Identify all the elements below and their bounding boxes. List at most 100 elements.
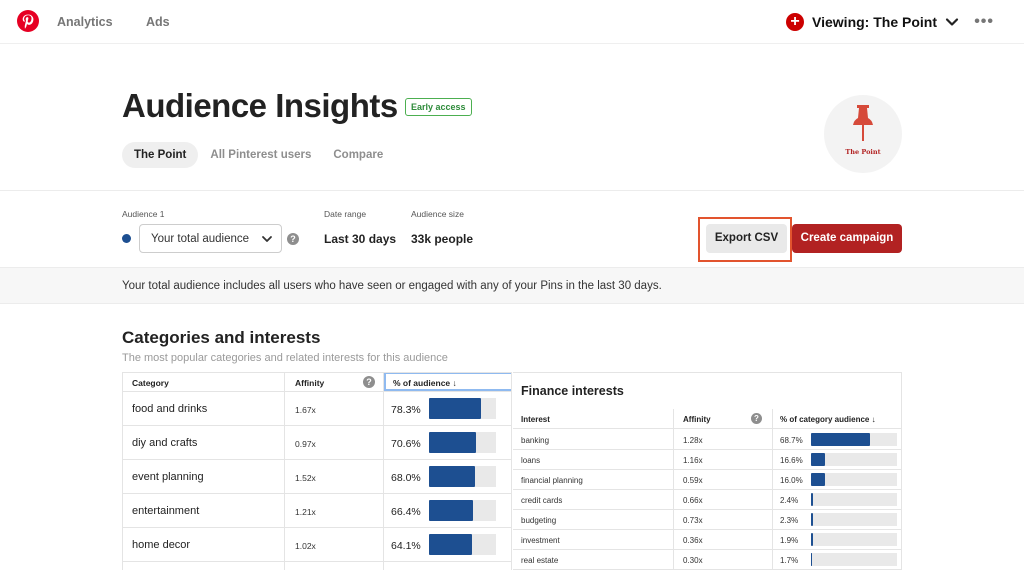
col-category[interactable]: Category bbox=[132, 378, 169, 388]
audience-notice: Your total audience includes all users w… bbox=[0, 267, 1024, 304]
nav-ads[interactable]: Ads bbox=[146, 15, 170, 29]
chevron-down-icon[interactable] bbox=[945, 15, 959, 29]
bar-track bbox=[429, 466, 496, 487]
bar-track bbox=[811, 513, 897, 526]
table-row[interactable]: budgeting 0.73x 2.3% bbox=[513, 510, 901, 530]
bar-fill bbox=[429, 466, 475, 487]
affinity-value: 0.30x bbox=[683, 556, 703, 565]
bar-fill bbox=[811, 553, 813, 566]
create-campaign-button[interactable]: Create campaign bbox=[792, 224, 902, 253]
bar-fill bbox=[811, 453, 826, 466]
bar-fill bbox=[429, 534, 472, 555]
help-icon[interactable]: ? bbox=[751, 413, 762, 424]
audience-notice-text: Your total audience includes all users w… bbox=[122, 280, 662, 292]
audience-select[interactable]: Your total audience bbox=[139, 224, 282, 253]
table-header: Category Affinity ? % of audience ↓ bbox=[123, 373, 511, 392]
bar-fill bbox=[429, 500, 474, 521]
viewing-account-label: Viewing: The Point bbox=[812, 14, 937, 30]
help-icon[interactable]: ? bbox=[363, 376, 375, 388]
bar-fill bbox=[429, 398, 482, 419]
plus-circle-icon[interactable]: + bbox=[786, 13, 805, 31]
col-affinity[interactable]: Affinity bbox=[683, 415, 711, 424]
interest-name: banking bbox=[521, 436, 550, 445]
col-pct-category-audience[interactable]: % of category audience ↓ bbox=[780, 415, 876, 424]
bar-track bbox=[811, 433, 897, 446]
date-range-value: Last 30 days bbox=[324, 232, 397, 246]
category-name: home decor bbox=[132, 539, 191, 551]
interest-name: budgeting bbox=[521, 516, 557, 525]
bar-fill bbox=[811, 513, 813, 526]
tab-all-pinterest-users[interactable]: All Pinterest users bbox=[210, 142, 321, 168]
bar-fill bbox=[811, 433, 871, 446]
pct-value: 70.6% bbox=[391, 438, 421, 450]
pct-value: 78.3% bbox=[391, 404, 421, 416]
table-row[interactable]: home decor 1.02x 64.1% bbox=[123, 528, 511, 562]
audience-size-value: 33k people bbox=[411, 232, 474, 246]
account-switcher[interactable]: + Viewing: The Point bbox=[786, 11, 959, 33]
affinity-value: 1.52x bbox=[295, 473, 316, 483]
section-title: Categories and interests bbox=[122, 328, 321, 347]
affinity-value: 1.28x bbox=[683, 436, 703, 445]
table-row[interactable]: real estate 0.30x 1.7% bbox=[513, 550, 901, 570]
category-name: diy and crafts bbox=[132, 437, 198, 449]
bar-fill bbox=[811, 533, 813, 546]
interest-name: investment bbox=[521, 536, 560, 545]
table-row[interactable]: banking 1.28x 68.7% bbox=[513, 430, 901, 450]
pct-value: 68.0% bbox=[391, 472, 421, 484]
col-pct-audience[interactable]: % of audience ↓ bbox=[384, 373, 511, 391]
affinity-value: 1.02x bbox=[295, 541, 316, 551]
pct-value: 16.6% bbox=[780, 456, 803, 465]
interest-name: loans bbox=[521, 456, 541, 465]
interests-title: Finance interests bbox=[521, 384, 624, 398]
table-row[interactable]: diy and crafts 0.97x 70.6% bbox=[123, 426, 511, 460]
table-row[interactable]: loans 1.16x 16.6% bbox=[513, 450, 901, 470]
header-divider bbox=[0, 190, 1024, 191]
table-row[interactable]: investment 0.36x 1.9% bbox=[513, 530, 901, 550]
bar-fill bbox=[811, 493, 814, 506]
more-options-icon[interactable]: ••• bbox=[974, 13, 994, 31]
bar-track bbox=[429, 534, 496, 555]
interest-name: real estate bbox=[521, 556, 559, 565]
bar-track bbox=[811, 473, 897, 486]
bar-fill bbox=[429, 432, 477, 453]
col-pct-audience-label: % of audience ↓ bbox=[393, 378, 457, 388]
table-row[interactable]: food and drinks 1.67x 78.3% bbox=[123, 392, 511, 426]
pushpin-icon bbox=[853, 105, 873, 141]
bar-track bbox=[429, 500, 496, 521]
bar-track bbox=[429, 398, 496, 419]
interest-name: credit cards bbox=[521, 496, 563, 505]
pct-value: 1.7% bbox=[780, 556, 799, 565]
pinterest-logo-icon[interactable] bbox=[17, 10, 39, 32]
date-range-label: Date range bbox=[324, 209, 367, 219]
pct-value: 2.4% bbox=[780, 496, 799, 505]
audience-tabs: The Point All Pinterest users Compare bbox=[122, 142, 393, 168]
table-row[interactable]: financial planning 0.59x 16.0% bbox=[513, 470, 901, 490]
avatar: The Point bbox=[824, 95, 902, 173]
table-header: Interest Affinity ? % of category audien… bbox=[513, 409, 901, 429]
tab-the-point[interactable]: The Point bbox=[122, 142, 199, 168]
help-icon[interactable]: ? bbox=[287, 233, 299, 245]
bar-track bbox=[811, 533, 897, 546]
table-row[interactable]: credit cards 0.66x 2.4% bbox=[513, 490, 901, 510]
sort-down-icon: ↓ bbox=[871, 415, 876, 424]
nav-analytics[interactable]: Analytics bbox=[57, 15, 113, 29]
bar-track bbox=[429, 432, 496, 453]
col-affinity[interactable]: Affinity bbox=[295, 378, 324, 388]
export-csv-button[interactable]: Export CSV bbox=[706, 224, 787, 253]
bar-fill bbox=[811, 473, 825, 486]
affinity-value: 0.97x bbox=[295, 439, 316, 449]
table-row[interactable]: entertainment 1.21x 66.4% bbox=[123, 494, 511, 528]
affinity-value: 1.21x bbox=[295, 507, 316, 517]
avatar-label: The Point bbox=[845, 148, 881, 156]
tab-compare[interactable]: Compare bbox=[333, 142, 393, 168]
col-interest[interactable]: Interest bbox=[521, 415, 550, 424]
table-row[interactable]: event planning 1.52x 68.0% bbox=[123, 460, 511, 494]
chevron-down-icon bbox=[262, 235, 272, 242]
page-title: Audience Insights bbox=[122, 87, 398, 124]
categories-table: Category Affinity ? % of audience ↓ food… bbox=[122, 372, 512, 570]
affinity-value: 1.16x bbox=[683, 456, 703, 465]
section-subtitle: The most popular categories and related … bbox=[122, 352, 448, 364]
bar-track bbox=[811, 553, 897, 566]
series-color-dot bbox=[122, 234, 131, 243]
pct-value: 68.7% bbox=[780, 436, 803, 445]
